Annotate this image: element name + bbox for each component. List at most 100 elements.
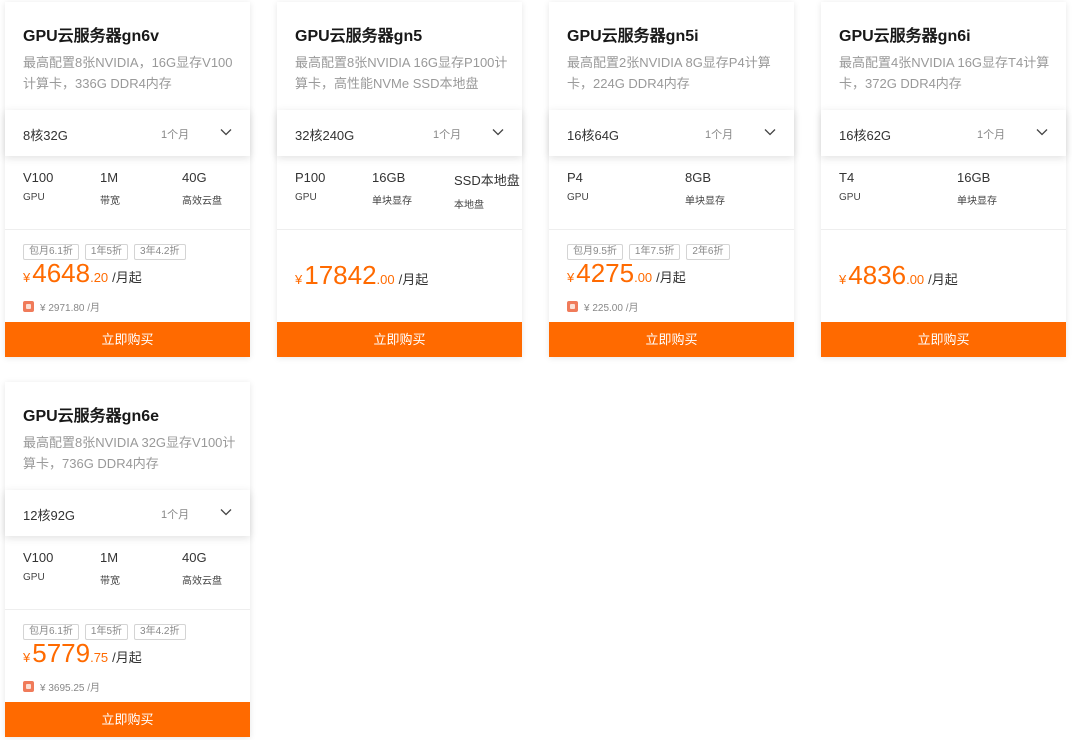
spec-label: 高效云盘: [182, 196, 222, 207]
spec-list: V100 GPU 1M 带宽 40G 高效云盘: [5, 170, 250, 210]
spec-value: 1M: [100, 550, 119, 565]
spec-label: 高效云盘: [182, 576, 222, 587]
product-title: GPU云服务器gn5i: [567, 28, 699, 45]
spec-item: 8GB 单块显存: [685, 170, 725, 207]
price-unit: /月起: [928, 272, 958, 287]
spec-list: P4 GPU 8GB 单块显存: [549, 170, 794, 210]
spec-item: 1M 带宽: [100, 170, 120, 207]
spec-item: V100 GPU: [23, 170, 53, 203]
spec-label: GPU: [23, 572, 45, 583]
spec-label: 带宽: [100, 196, 120, 207]
config-value: 32核240G: [295, 128, 355, 143]
price: ¥5779.75/月起: [23, 638, 142, 669]
spec-label: 单块显存: [957, 196, 997, 207]
price-integer: 4648: [32, 258, 91, 288]
price-decimal: .00: [906, 272, 925, 287]
currency-symbol: ¥: [23, 650, 31, 665]
price-integer: 5779: [32, 638, 91, 668]
product-description: 最高配置2张NVIDIA 8G显存P4计算卡，224G DDR4内存: [567, 55, 771, 91]
buy-now-button[interactable]: 立即购买: [821, 322, 1066, 357]
chevron-down-icon: [1036, 129, 1048, 136]
discount-badge: 2年6折: [686, 244, 730, 260]
price-integer: 17842: [304, 260, 377, 290]
config-value: 12核92G: [23, 508, 76, 523]
spec-value: 40G: [182, 550, 207, 565]
price-unit: /月起: [656, 270, 686, 285]
spec-value: V100: [23, 170, 54, 185]
config-select[interactable]: 16核62G 1个月: [821, 110, 1066, 156]
period-value: 1个月: [161, 509, 190, 521]
price: ¥4275.00/月起: [567, 258, 686, 289]
divider: [5, 609, 250, 610]
spec-item: 40G 高效云盘: [182, 550, 222, 587]
divider: [5, 229, 250, 230]
period-value: 1个月: [433, 129, 462, 141]
product-card-gn6v: GPU云服务器gn6v 最高配置8张NVIDIA，16G显存V100计算卡，33…: [5, 2, 250, 357]
chevron-down-icon: [220, 129, 232, 136]
price-decimal: .20: [90, 270, 109, 285]
divider: [821, 229, 1066, 230]
currency-symbol: ¥: [839, 272, 847, 287]
spec-label: GPU: [23, 192, 45, 203]
spec-value: SSD本地盘: [454, 173, 520, 188]
product-card-gn6e: GPU云服务器gn6e 最高配置8张NVIDIA 32G显存V100计算卡，73…: [5, 382, 250, 737]
price-integer: 4836: [848, 260, 907, 290]
chevron-down-icon: [220, 509, 232, 516]
product-title: GPU云服务器gn5: [295, 28, 423, 45]
config-select[interactable]: 8核32G 1个月: [5, 110, 250, 156]
price: ¥4836.00/月起: [839, 260, 958, 291]
original-price: ¥ 3695.25 /月: [23, 679, 100, 694]
currency-symbol: ¥: [567, 270, 575, 285]
product-title: GPU云服务器gn6e: [23, 408, 160, 425]
price-unit: /月起: [398, 272, 429, 287]
spec-value: P4: [567, 170, 583, 185]
config-value: 8核32G: [23, 128, 68, 143]
price-decimal: .75: [90, 650, 109, 665]
original-price-text: ¥ 2971.80 /月: [40, 303, 101, 314]
price: ¥17842.00/月起: [295, 260, 428, 291]
spec-item: P4 GPU: [567, 170, 589, 203]
buy-now-button[interactable]: 立即购买: [549, 322, 794, 357]
spec-value: 1M: [100, 170, 119, 185]
spec-item: 1M 带宽: [100, 550, 120, 587]
buy-now-button[interactable]: 立即购买: [5, 322, 250, 357]
spec-value: 8GB: [685, 170, 712, 185]
config-select[interactable]: 12核92G 1个月: [5, 490, 250, 536]
period-value: 1个月: [705, 129, 734, 141]
product-title: GPU云服务器gn6i: [839, 28, 971, 45]
spec-item: 40G 高效云盘: [182, 170, 222, 207]
original-price-text: ¥ 225.00 /月: [584, 303, 639, 314]
spec-label: 单块显存: [372, 196, 412, 207]
product-description: 最高配置8张NVIDIA 16G显存P100计算卡，高性能NVMe SSD本地盘: [295, 55, 508, 91]
config-select[interactable]: 16核64G 1个月: [549, 110, 794, 156]
config-select[interactable]: 32核240G 1个月: [277, 110, 522, 156]
currency-symbol: ¥: [23, 270, 31, 285]
period-value: 1个月: [161, 129, 190, 141]
spec-label: GPU: [567, 192, 589, 203]
price-unit: /月起: [112, 650, 142, 665]
product-card-gn5i: GPU云服务器gn5i 最高配置2张NVIDIA 8G显存P4计算卡，224G …: [549, 2, 794, 357]
product-description: 最高配置8张NVIDIA 32G显存V100计算卡，736G DDR4内存: [23, 435, 236, 471]
currency-symbol: ¥: [295, 272, 303, 287]
buy-now-button[interactable]: 立即购买: [277, 322, 522, 357]
price-unit: /月起: [112, 270, 142, 285]
buy-now-button[interactable]: 立即购买: [5, 702, 250, 737]
original-price: ¥ 225.00 /月: [567, 299, 638, 314]
spec-item: P100 GPU: [295, 170, 325, 203]
period-value: 1个月: [977, 129, 1006, 141]
spec-value: 40G: [182, 170, 207, 185]
spec-value: 16GB: [957, 170, 991, 185]
price-decimal: .00: [634, 270, 653, 285]
config-value: 16核64G: [567, 128, 620, 143]
spec-label: 本地盘: [454, 200, 484, 211]
original-price-text: ¥ 3695.25 /月: [40, 683, 101, 694]
config-value: 16核62G: [839, 128, 892, 143]
discount-tag-icon: [23, 681, 34, 692]
spec-list: P100 GPU 16GB 单块显存 SSD本地盘 本地盘: [277, 170, 522, 211]
spec-label: GPU: [295, 192, 317, 203]
spec-list: T4 GPU 16GB 单块显存: [821, 170, 1066, 210]
divider: [277, 229, 522, 230]
price-decimal: .00: [376, 272, 395, 287]
spec-list: V100 GPU 1M 带宽 40G 高效云盘: [5, 550, 250, 590]
spec-label: 带宽: [100, 576, 120, 587]
